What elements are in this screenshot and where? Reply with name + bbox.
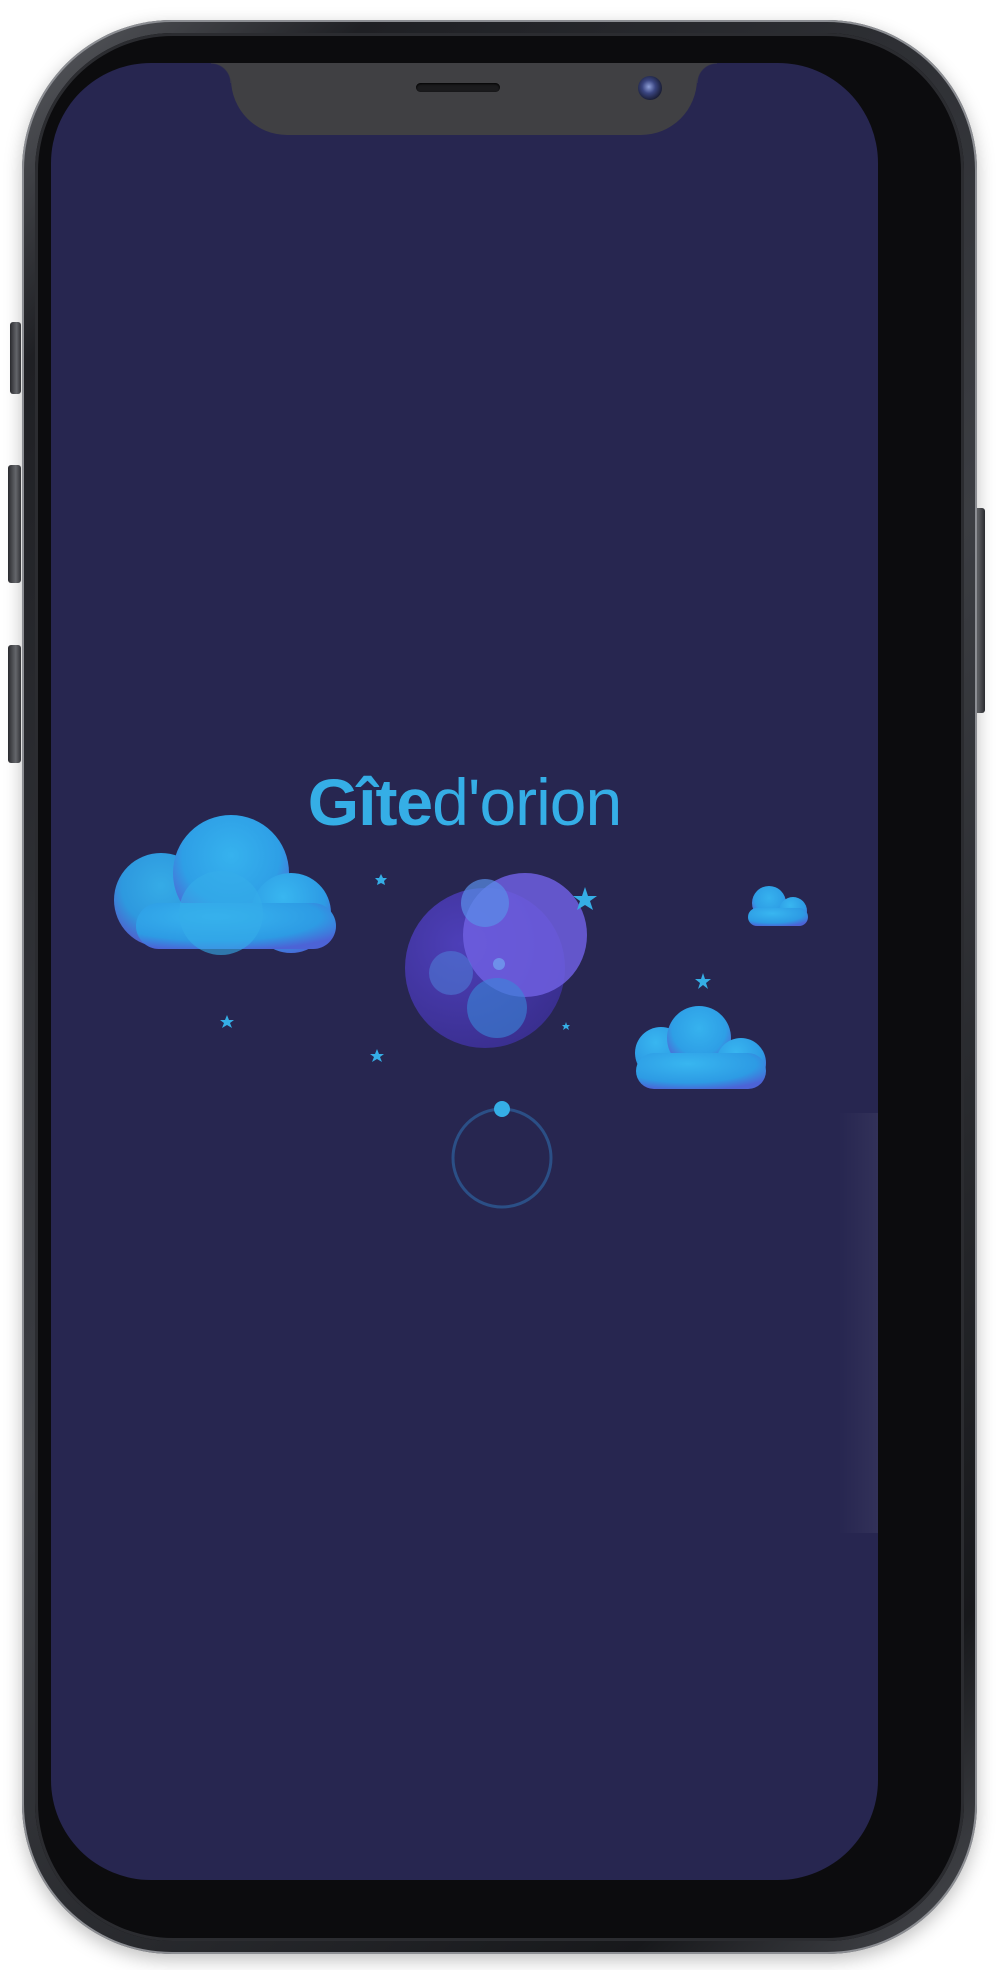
cloud-large-icon (114, 815, 336, 955)
night-sky-illustration (114, 815, 808, 1209)
loading-spinner-icon (451, 1101, 553, 1209)
moon-icon (405, 873, 587, 1048)
splash-screen: Gîted'orion (51, 63, 878, 1880)
cloud-medium-icon (635, 1006, 766, 1089)
volume-up-button (8, 465, 21, 583)
silent-switch (10, 322, 21, 394)
screen-glare (838, 1113, 878, 1533)
device-mockup: Gîted'orion (0, 0, 999, 1970)
cloud-small-icon (748, 886, 808, 926)
volume-down-button (8, 645, 21, 763)
